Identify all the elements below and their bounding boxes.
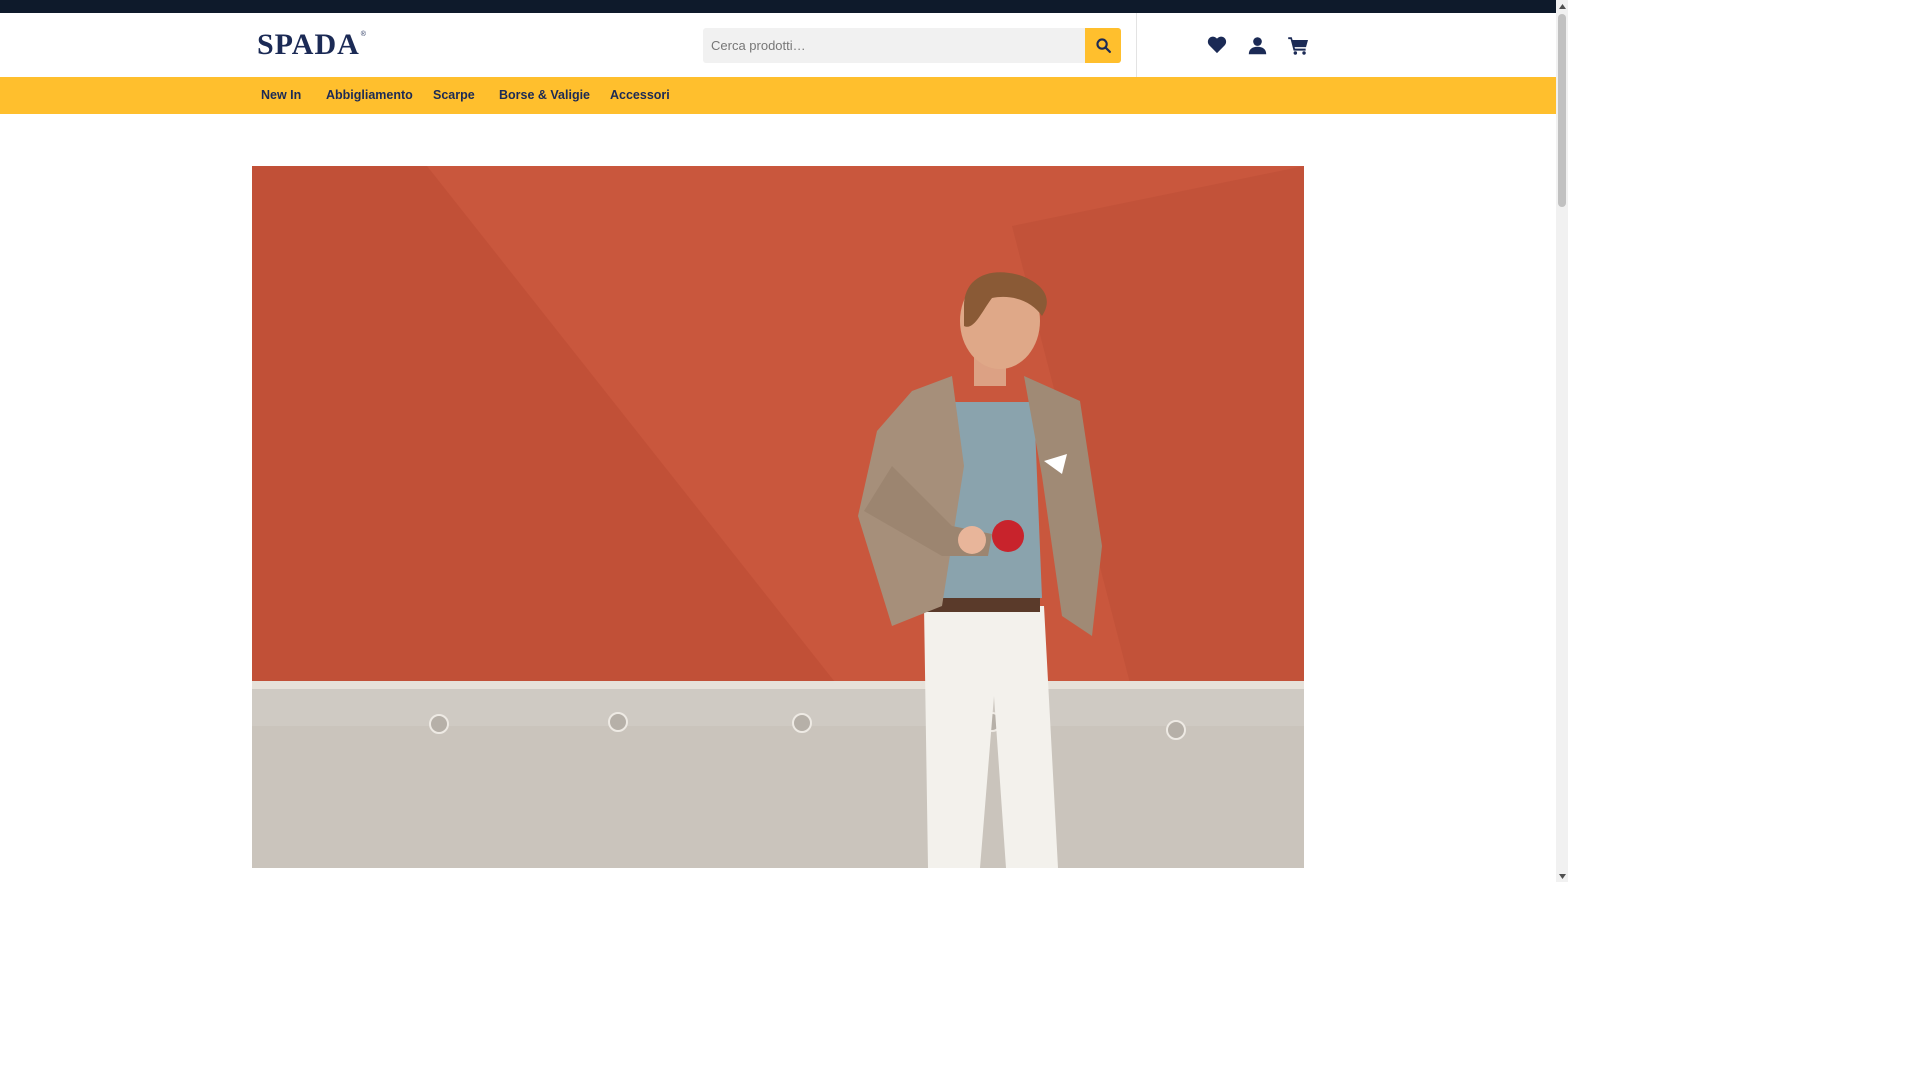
cart-icon bbox=[1287, 36, 1308, 55]
site-header: SPADA ® bbox=[0, 13, 1556, 77]
nav-item-accessori[interactable]: Accessori bbox=[610, 77, 670, 114]
cart-button[interactable] bbox=[1286, 33, 1310, 57]
search-button[interactable] bbox=[1085, 28, 1121, 63]
account-button[interactable] bbox=[1245, 33, 1269, 57]
search-bar bbox=[703, 28, 1121, 63]
main-navigation: New In Abbigliamento Scarpe Borse & Vali… bbox=[0, 77, 1556, 114]
arrow-down-icon bbox=[1558, 873, 1566, 879]
scroll-up-arrow[interactable] bbox=[1556, 0, 1568, 12]
search-icon bbox=[1095, 38, 1111, 54]
nav-item-abbigliamento[interactable]: Abbigliamento bbox=[326, 77, 413, 114]
page-scrollbar[interactable] bbox=[1556, 0, 1568, 882]
wishlist-button[interactable] bbox=[1205, 33, 1229, 57]
header-divider bbox=[1136, 13, 1137, 77]
heart-icon bbox=[1207, 36, 1227, 54]
brand-logo-text: SPADA bbox=[257, 28, 360, 61]
scroll-down-arrow[interactable] bbox=[1556, 870, 1568, 882]
top-strip bbox=[0, 0, 1556, 13]
brand-logo[interactable]: SPADA ® bbox=[257, 28, 366, 61]
search-input[interactable] bbox=[703, 28, 1085, 63]
nav-item-new-in[interactable]: New In bbox=[261, 77, 301, 114]
hero-photo bbox=[252, 166, 1304, 868]
arrow-up-icon bbox=[1558, 3, 1566, 9]
user-icon bbox=[1248, 36, 1266, 54]
nav-item-borse-valigie[interactable]: Borse & Valigie bbox=[499, 77, 590, 114]
nav-item-scarpe[interactable]: Scarpe bbox=[433, 77, 475, 114]
brand-logo-registered-mark: ® bbox=[360, 31, 366, 38]
hero-banner-image[interactable] bbox=[252, 166, 1304, 868]
scrollbar-thumb[interactable] bbox=[1558, 14, 1566, 207]
